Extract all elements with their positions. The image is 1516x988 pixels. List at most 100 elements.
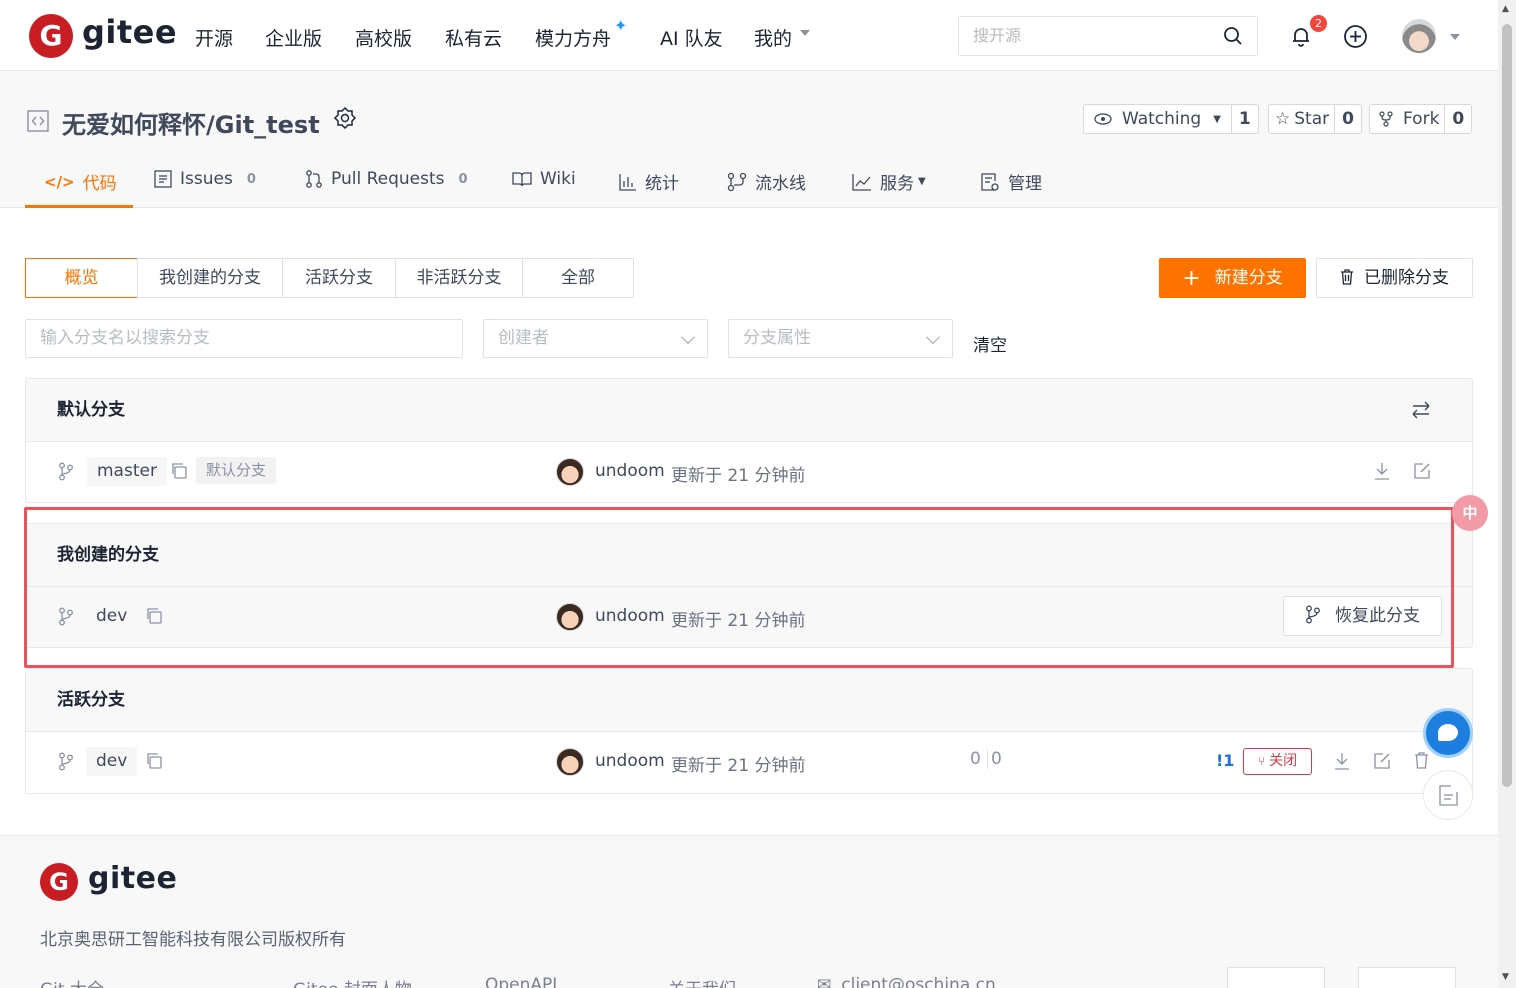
nav-moli[interactable]: 模力方舟 xyxy=(535,24,611,51)
new-branch-button[interactable]: + 新建分支 xyxy=(1159,258,1306,298)
search-input[interactable]: 搜开源 xyxy=(958,16,1258,56)
active-branches-title: 活跃分支 xyxy=(57,690,125,710)
avatar[interactable] xyxy=(556,458,584,486)
add-icon[interactable] xyxy=(1343,24,1368,49)
tab-pr-count: 0 xyxy=(458,171,468,187)
fork-button[interactable]: Fork 0 xyxy=(1369,104,1473,134)
feedback-icon[interactable] xyxy=(1423,770,1473,820)
award-badge-icon[interactable] xyxy=(332,106,358,132)
notification-badge: 2 xyxy=(1310,15,1327,32)
star-count[interactable]: 0 xyxy=(1334,105,1361,133)
branch-search-input[interactable]: 输入分支名以搜索分支 xyxy=(25,319,463,358)
star-button[interactable]: ☆ Star 0 xyxy=(1268,104,1362,134)
download-icon[interactable] xyxy=(1374,462,1390,480)
tab-issues[interactable]: Issues 0 xyxy=(154,169,256,189)
edit-icon[interactable] xyxy=(1414,462,1431,479)
gitee-logo-icon[interactable]: G xyxy=(29,14,73,58)
repo-title[interactable]: 无爱如何释怀/Git_test xyxy=(62,105,320,140)
fork-count[interactable]: 0 xyxy=(1444,105,1471,133)
deleted-branches-button[interactable]: 已删除分支 xyxy=(1316,258,1473,298)
avatar-caret-icon[interactable] xyxy=(1450,34,1460,40)
copy-icon[interactable] xyxy=(146,753,162,769)
tab-stats[interactable]: 统计 xyxy=(619,169,679,194)
scroll-up-icon[interactable]: ▲ xyxy=(1502,4,1509,14)
scrollbar-thumb[interactable] xyxy=(1502,24,1512,787)
watch-count[interactable]: 1 xyxy=(1230,105,1258,133)
scroll-down-icon[interactable]: ▼ xyxy=(1502,972,1509,982)
branch-name-link[interactable]: dev xyxy=(86,747,138,776)
author-name[interactable]: undoom xyxy=(595,751,665,771)
segment-overview[interactable]: 概览 xyxy=(25,258,138,298)
tab-services[interactable]: 服务 ▼ xyxy=(852,169,926,194)
download-icon[interactable] xyxy=(1334,752,1350,770)
chat-bubble-shape xyxy=(1438,724,1458,741)
bell-icon[interactable] xyxy=(1289,24,1313,48)
segment-my-branches[interactable]: 我创建的分支 xyxy=(137,258,283,298)
updated-time: 更新于 21 分钟前 xyxy=(671,466,806,486)
nav-open-source[interactable]: 开源 xyxy=(195,24,233,51)
gitee-logo-text[interactable]: gitee xyxy=(82,13,177,51)
tab-pipeline-label: 流水线 xyxy=(755,174,806,194)
tab-code[interactable]: </> 代码 xyxy=(44,169,117,195)
search-icon[interactable] xyxy=(1223,26,1243,46)
footer-logo-text[interactable]: gitee xyxy=(88,861,177,896)
switch-arrows-icon[interactable] xyxy=(1411,401,1431,419)
plus-icon: + xyxy=(1182,266,1201,291)
caret-down-icon xyxy=(800,30,810,36)
watch-button[interactable]: Watching ▼ 1 xyxy=(1083,104,1259,134)
branch-icon xyxy=(59,462,73,481)
fork-icon xyxy=(1379,111,1393,127)
segment-active[interactable]: 活跃分支 xyxy=(282,258,396,298)
book-icon xyxy=(512,172,532,187)
default-branch-tag: 默认分支 xyxy=(196,457,277,484)
copy-icon[interactable] xyxy=(171,463,187,479)
mail-icon: ✉ xyxy=(817,975,832,988)
segment-all[interactable]: 全部 xyxy=(522,258,634,298)
code-repo-icon xyxy=(27,110,49,132)
active-branches-panel: 活跃分支 dev undoom 更新于 21 分钟前 0 0 !1 ⑂ 关闭 xyxy=(25,668,1473,794)
table-row: dev undoom 更新于 21 分钟前 0 0 !1 ⑂ 关闭 xyxy=(26,732,1472,792)
user-avatar[interactable] xyxy=(1402,19,1436,53)
footer-link-openapi[interactable]: OpenAPI xyxy=(485,975,557,988)
watch-caret-icon: ▼ xyxy=(1213,113,1221,125)
tab-manage[interactable]: 管理 xyxy=(980,169,1042,194)
behind-count: 0 xyxy=(970,749,988,769)
tab-wiki[interactable]: Wiki xyxy=(512,169,576,189)
tab-pipeline[interactable]: 流水线 xyxy=(727,169,806,194)
branch-name-link[interactable]: master xyxy=(87,457,167,486)
translate-icon[interactable]: 中 xyxy=(1452,495,1488,531)
watch-label: Watching xyxy=(1122,109,1202,129)
nav-education[interactable]: 高校版 xyxy=(355,24,412,51)
tab-pull-requests[interactable]: Pull Requests 0 xyxy=(305,169,468,189)
nav-mine[interactable]: 我的 xyxy=(754,24,792,51)
highlight-frame xyxy=(24,507,1454,668)
chevron-down-icon xyxy=(680,329,696,345)
nav-ai-teammate[interactable]: AI 队友 xyxy=(660,24,723,51)
edit-icon[interactable] xyxy=(1374,752,1391,769)
nav-private-cloud[interactable]: 私有云 xyxy=(445,24,502,51)
delete-icon[interactable] xyxy=(1414,752,1429,769)
footer-link-cover[interactable]: Gitee 封面人物 xyxy=(293,975,412,988)
qr-code-left xyxy=(1227,967,1325,988)
assistant-bubble-icon[interactable] xyxy=(1423,708,1473,758)
footer-logo-icon[interactable]: G xyxy=(40,863,78,901)
footer-link-git[interactable]: Git 大全 xyxy=(40,975,104,988)
clear-filters-button[interactable]: 清空 xyxy=(973,331,1007,356)
line-chart-icon xyxy=(852,173,871,191)
nav-enterprise[interactable]: 企业版 xyxy=(265,24,322,51)
trash-icon xyxy=(1341,269,1353,285)
footer-link-about[interactable]: 关于我们 xyxy=(668,975,736,988)
author-name[interactable]: undoom xyxy=(595,461,665,481)
attribute-select[interactable]: 分支属性 xyxy=(728,319,953,358)
pull-request-icon: ⑂ xyxy=(1257,754,1266,768)
close-pr-tag[interactable]: ⑂ 关闭 xyxy=(1243,748,1312,775)
avatar[interactable] xyxy=(556,748,584,776)
segment-inactive[interactable]: 非活跃分支 xyxy=(395,258,523,298)
note-icon xyxy=(1439,785,1458,806)
pull-request-count[interactable]: !1 xyxy=(1216,751,1234,770)
top-navbar: G gitee 开源 企业版 高校版 私有云 模力方舟 ✦ AI 队友 我的 搜… xyxy=(0,0,1498,71)
code-icon: </> xyxy=(44,172,75,191)
deleted-branches-label: 已删除分支 xyxy=(1364,268,1449,288)
footer-link-email[interactable]: ✉ client@oschina.cn xyxy=(817,975,996,988)
creator-select[interactable]: 创建者 xyxy=(483,319,708,358)
